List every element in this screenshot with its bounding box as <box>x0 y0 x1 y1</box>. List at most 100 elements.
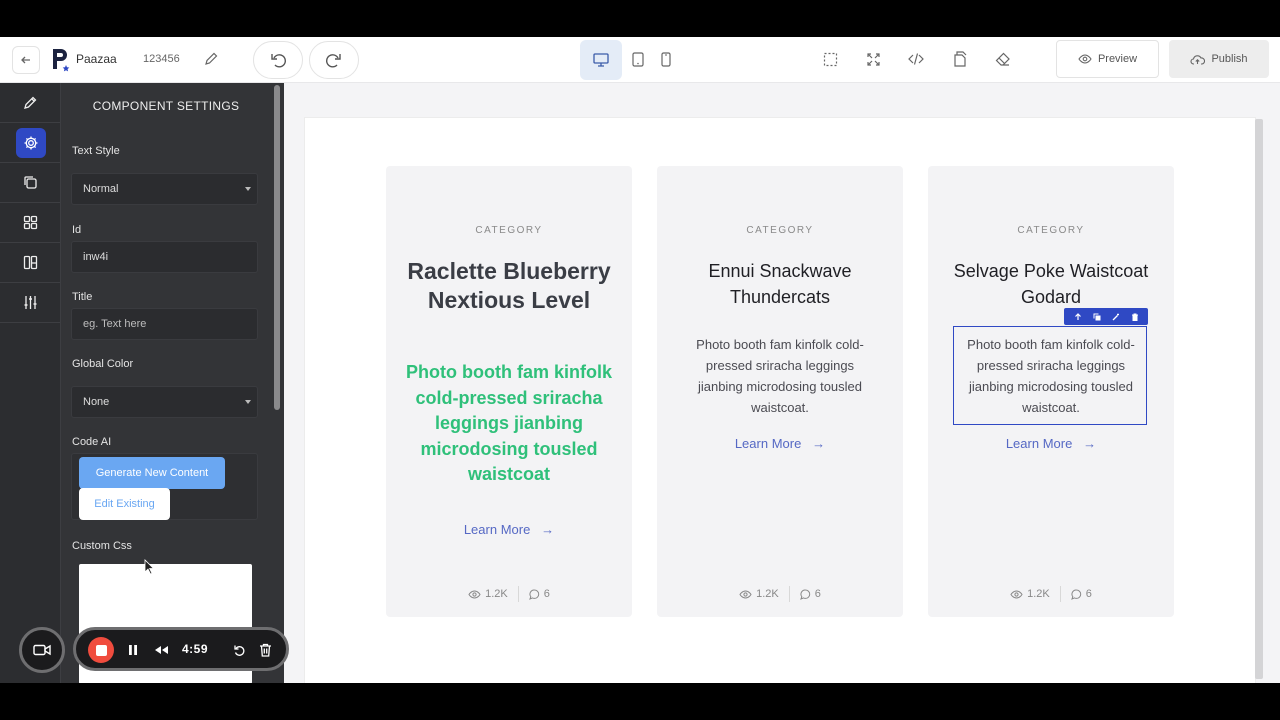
views-count: 1.2K <box>1027 588 1050 600</box>
eye-icon <box>468 589 481 599</box>
card-title[interactable]: Raclette Blueberry Nextious Level <box>406 257 612 315</box>
video-camera-icon <box>33 644 51 656</box>
learn-more-label: Learn More <box>1005 436 1073 451</box>
select-area-button[interactable] <box>819 48 841 70</box>
rail-item-layout[interactable] <box>0 243 61 283</box>
redo-button[interactable] <box>309 41 359 79</box>
card-title[interactable]: Selvage Poke Waistcoat Godard <box>948 258 1154 310</box>
camera-toggle-button[interactable] <box>19 627 65 673</box>
learn-more-link[interactable]: Learn More → <box>657 436 903 451</box>
page-frame: CATEGORY Raclette Blueberry Nextious Lev… <box>304 117 1256 683</box>
export-button[interactable] <box>948 48 970 70</box>
duplicate-icon[interactable] <box>1093 313 1101 321</box>
trash-icon[interactable] <box>1131 313 1139 321</box>
card-stats: 1.2K 6 <box>386 586 632 602</box>
pause-icon <box>129 645 137 655</box>
card-description[interactable]: Photo booth fam kinfolk cold-pressed sri… <box>406 360 612 488</box>
rail-item-edit[interactable] <box>0 83 61 123</box>
learn-more-link[interactable]: Learn More → <box>928 436 1174 451</box>
eye-icon <box>1078 54 1092 64</box>
restart-recording-button[interactable] <box>230 641 248 659</box>
pause-button[interactable] <box>124 641 142 659</box>
fullscreen-button[interactable] <box>862 48 884 70</box>
eye-icon <box>1010 589 1023 599</box>
title-placeholder: eg. Text here <box>83 318 147 330</box>
stop-icon <box>95 644 107 656</box>
magic-wand-icon[interactable] <box>1112 313 1120 321</box>
id-value: inw4i <box>83 251 109 263</box>
card-description[interactable]: Photo booth fam kinfolk cold-pressed sri… <box>685 334 875 418</box>
arrow-up-icon[interactable] <box>1074 312 1082 321</box>
arrow-right-icon: → <box>804 436 826 451</box>
chevron-down-icon <box>245 400 251 404</box>
edit-project-button[interactable] <box>200 48 222 70</box>
arrow-right-icon: → <box>533 522 555 537</box>
content-card[interactable]: CATEGORY Raclette Blueberry Nextious Lev… <box>386 166 632 617</box>
cloud-upload-icon <box>1190 54 1206 65</box>
canvas-scrollbar[interactable] <box>1255 119 1263 679</box>
stats-divider <box>788 586 790 602</box>
gear-icon <box>24 136 37 149</box>
fullscreen-icon <box>866 52 880 66</box>
preview-button[interactable]: Preview <box>1056 40 1159 78</box>
rail-item-blocks[interactable] <box>0 203 61 243</box>
panel-title: COMPONENT SETTINGS <box>92 99 240 113</box>
code-icon <box>908 53 924 65</box>
code-ai-label: Code AI <box>72 436 112 448</box>
pencil-icon <box>205 52 218 65</box>
recording-controls: 4:59 <box>73 627 289 671</box>
grid-icon <box>23 215 38 230</box>
app-window: Paazaa 123456 Preview Publish COMPONENT … <box>0 37 1280 683</box>
mobile-view-button[interactable] <box>656 48 676 70</box>
content-card[interactable]: CATEGORY Selvage Poke Waistcoat Godard P… <box>928 166 1174 617</box>
stop-recording-button[interactable] <box>88 637 114 663</box>
eraser-icon <box>995 52 1010 66</box>
learn-more-label: Learn More <box>734 436 802 451</box>
select-icon <box>823 52 837 66</box>
code-view-button[interactable] <box>905 48 927 70</box>
rail-item-adjust[interactable] <box>0 283 61 323</box>
back-button[interactable] <box>12 46 40 74</box>
stats-divider <box>1059 586 1061 602</box>
export-icon <box>953 51 966 67</box>
content-card[interactable]: CATEGORY Ennui Snackwave Thundercats Pho… <box>657 166 903 617</box>
edit-existing-button[interactable]: Edit Existing <box>79 488 170 520</box>
card-stats: 1.2K 6 <box>928 586 1174 602</box>
desktop-view-button[interactable] <box>580 40 622 80</box>
publish-button[interactable]: Publish <box>1169 40 1269 78</box>
selected-element-outline <box>953 326 1147 425</box>
title-field[interactable]: eg. Text here <box>71 308 258 340</box>
clear-canvas-button[interactable] <box>992 48 1014 70</box>
layout-icon <box>23 255 38 270</box>
copy-icon <box>24 176 37 189</box>
comments-count: 6 <box>543 588 550 600</box>
generate-content-button[interactable]: Generate New Content <box>79 457 225 489</box>
publish-label: Publish <box>1211 53 1248 65</box>
arrow-left-icon <box>21 56 30 64</box>
comments-count: 6 <box>814 588 821 600</box>
card-category: CATEGORY <box>1017 225 1085 236</box>
global-color-select[interactable]: None <box>71 386 258 418</box>
tablet-view-button[interactable] <box>628 48 648 70</box>
panel-scrollbar[interactable] <box>274 85 280 410</box>
custom-css-label: Custom Css <box>72 540 132 552</box>
trash-icon <box>259 643 271 657</box>
redo-icon <box>326 54 341 68</box>
text-style-select[interactable]: Normal <box>71 173 258 205</box>
mouse-cursor-icon <box>144 559 154 575</box>
eye-icon <box>739 589 752 599</box>
undo-button[interactable] <box>253 41 303 79</box>
id-field[interactable]: inw4i <box>71 241 258 273</box>
pencil-icon <box>24 96 37 109</box>
project-id: 123456 <box>143 53 180 65</box>
card-category: CATEGORY <box>746 225 814 236</box>
card-title[interactable]: Ennui Snackwave Thundercats <box>677 258 883 310</box>
rail-item-pages[interactable] <box>0 163 61 203</box>
recording-timer: 4:59 <box>182 642 209 656</box>
rail-item-settings[interactable] <box>0 123 61 163</box>
delete-recording-button[interactable] <box>256 641 274 659</box>
learn-more-link[interactable]: Learn More → <box>386 522 632 537</box>
comment-icon <box>1070 589 1081 600</box>
title-label: Title <box>72 291 93 303</box>
rewind-button[interactable] <box>152 641 170 659</box>
